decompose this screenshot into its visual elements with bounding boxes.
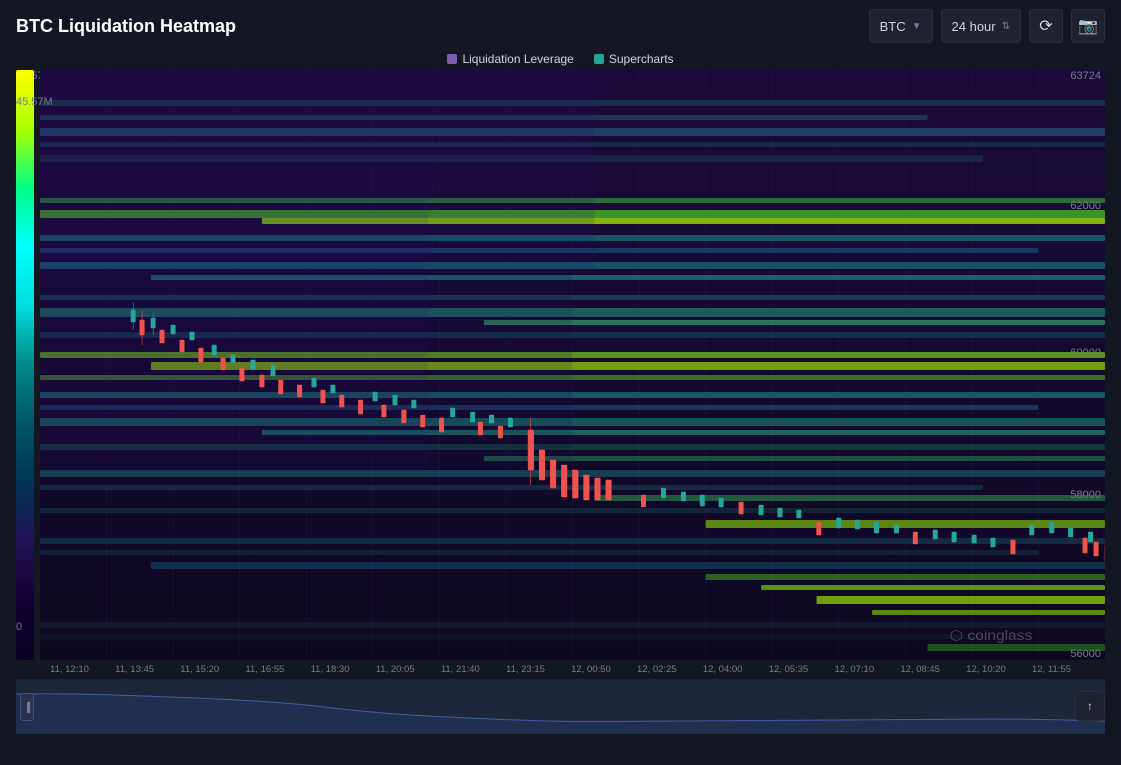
chevron-down-icon: ▼ bbox=[912, 21, 922, 32]
refresh-button[interactable]: ⟳ bbox=[1029, 9, 1063, 43]
header: BTC Liquidation Heatmap BTC ▼ 24 hour ⇅ … bbox=[0, 0, 1121, 52]
heatmap-svg: ⬡ coinglass bbox=[40, 70, 1105, 660]
svg-text:⬡ coinglass: ⬡ coinglass bbox=[950, 629, 1033, 644]
camera-button[interactable]: 📷 bbox=[1071, 9, 1105, 43]
price-label-62000: 62000 bbox=[1070, 200, 1101, 212]
mini-chart-navigator[interactable]: ▐ ▌ bbox=[16, 679, 1105, 734]
x-label-15: 12, 11:55 bbox=[1032, 664, 1071, 675]
legend-label-supercharts: Supercharts bbox=[609, 52, 674, 66]
time-selector[interactable]: 24 hour ⇅ bbox=[941, 9, 1021, 43]
price-axis: 63724 62000 60000 58000 56000 bbox=[1055, 70, 1105, 660]
x-label-5: 11, 20:05 bbox=[376, 664, 415, 675]
price-label-60000: 60000 bbox=[1070, 347, 1101, 359]
x-label-9: 12, 02:25 bbox=[637, 664, 677, 675]
legend-dot-supercharts bbox=[594, 54, 604, 64]
y-axis-max: 45.57M bbox=[16, 96, 53, 108]
x-label-14: 12, 10:20 bbox=[966, 664, 1006, 675]
refresh-icon: ⟳ bbox=[1039, 16, 1052, 36]
y-axis-zero: 0 bbox=[16, 621, 22, 633]
price-label-63724: 63724 bbox=[1070, 70, 1101, 82]
legend-item-liquidation: Liquidation Leverage bbox=[447, 52, 573, 66]
price-label-58000: 58000 bbox=[1070, 489, 1101, 501]
x-axis: 11, 12:10 11, 13:45 11, 15:20 11, 16:55 … bbox=[50, 664, 1071, 675]
scroll-left-icon: ▐ bbox=[24, 702, 30, 712]
chart-canvas[interactable]: ⬡ coinglass 63724 62000 60000 58000 5600… bbox=[40, 70, 1105, 660]
x-label-2: 11, 15:20 bbox=[180, 664, 219, 675]
main-chart: ⬡ coinglass 63724 62000 60000 58000 5600… bbox=[16, 70, 1105, 660]
scroll-handle-left[interactable]: ▐ bbox=[20, 693, 34, 721]
legend: Liquidation Leverage Supercharts bbox=[0, 52, 1121, 66]
scroll-up-icon: ↑ bbox=[1087, 699, 1093, 713]
page-title: BTC Liquidation Heatmap bbox=[16, 16, 236, 37]
header-controls: BTC ▼ 24 hour ⇅ ⟳ 📷 bbox=[869, 9, 1105, 43]
legend-dot-liquidation bbox=[447, 54, 457, 64]
x-label-8: 12, 00:50 bbox=[571, 664, 611, 675]
x-label-4: 11, 18:30 bbox=[311, 664, 350, 675]
chevron-updown-icon: ⇅ bbox=[1002, 21, 1010, 32]
price-label-56000: 56000 bbox=[1070, 648, 1101, 660]
scroll-up-button[interactable]: ↑ bbox=[1075, 691, 1105, 721]
asset-selector[interactable]: BTC ▼ bbox=[869, 9, 933, 43]
x-label-0: 11, 12:10 bbox=[50, 664, 89, 675]
camera-icon: 📷 bbox=[1078, 16, 1098, 36]
x-label-12: 12, 07:10 bbox=[835, 664, 875, 675]
x-label-10: 12, 04:00 bbox=[703, 664, 743, 675]
color-scale-bar bbox=[16, 70, 34, 660]
legend-label-liquidation: Liquidation Leverage bbox=[462, 52, 573, 66]
x-label-1: 11, 13:45 bbox=[115, 664, 154, 675]
x-label-6: 11, 21:40 bbox=[441, 664, 480, 675]
x-label-13: 12, 08:45 bbox=[900, 664, 940, 675]
legend-item-supercharts: Supercharts bbox=[594, 52, 674, 66]
x-label-3: 11, 16:55 bbox=[245, 664, 284, 675]
mini-chart-svg bbox=[16, 679, 1105, 734]
x-label-11: 12, 05:35 bbox=[769, 664, 809, 675]
x-label-7: 11, 23:15 bbox=[506, 664, 545, 675]
